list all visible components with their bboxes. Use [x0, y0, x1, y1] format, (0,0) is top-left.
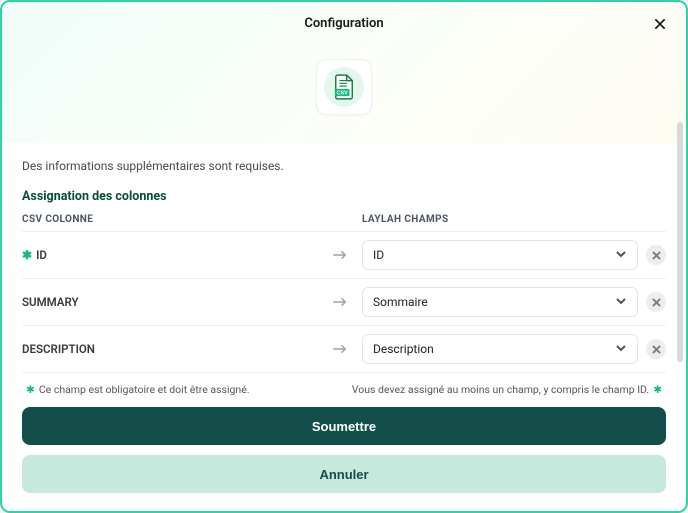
scrollbar[interactable] [677, 122, 683, 362]
mapping-row: ✱ ID ID [22, 232, 666, 279]
arrow-icon [326, 342, 354, 356]
chevron-down-icon [615, 248, 627, 263]
info-subtext: Des informations supplémentaires sont re… [22, 159, 666, 173]
csv-column-label: ID [36, 248, 47, 262]
modal-body[interactable]: Des informations supplémentaires sont re… [2, 143, 686, 397]
hint-footer: ✱Ce champ est obligatoire et doit être a… [22, 373, 666, 397]
required-star-icon: ✱ [22, 249, 32, 261]
close-icon [652, 16, 668, 32]
mapping-row: DESCRIPTION Description [22, 326, 666, 373]
column-headers: CSV COLONNE LAYLAH CHAMPS [22, 214, 666, 225]
clear-field-button[interactable] [646, 292, 666, 312]
arrow-icon [326, 248, 354, 262]
csv-column-name: SUMMARY [22, 295, 326, 309]
csv-column-label: SUMMARY [22, 295, 79, 309]
x-icon [652, 251, 661, 260]
cancel-button[interactable]: Annuler [22, 455, 666, 493]
mapping-rows: ✱ ID ID SUMMARY [22, 231, 666, 373]
file-type-badge: CSV [316, 59, 372, 115]
field-select[interactable]: Description [362, 334, 638, 364]
star-icon: ✱ [26, 383, 35, 396]
chevron-down-icon [615, 342, 627, 357]
svg-text:CSV: CSV [337, 90, 349, 96]
mapping-row: SUMMARY Sommaire [22, 279, 666, 326]
csv-column-name: ✱ ID [22, 248, 326, 262]
field-select[interactable]: ID [362, 240, 638, 270]
close-button[interactable] [650, 14, 670, 34]
clear-field-button[interactable] [646, 339, 666, 359]
modal-footer: Soumettre Annuler [2, 397, 686, 511]
field-select-value: Description [373, 342, 434, 356]
csv-file-icon: CSV [324, 67, 364, 107]
x-icon [652, 345, 661, 354]
field-select[interactable]: Sommaire [362, 287, 638, 317]
modal-header: Configuration CSV [2, 2, 686, 143]
configuration-modal: Configuration CSV Des informations suppl… [0, 0, 688, 513]
section-title: Assignation des colonnes [22, 189, 666, 204]
submit-button[interactable]: Soumettre [22, 407, 666, 445]
csv-column-header: CSV COLONNE [22, 214, 326, 225]
star-icon: ✱ [653, 383, 662, 396]
chevron-down-icon [615, 295, 627, 310]
modal-title: Configuration [2, 16, 686, 31]
hint-left: ✱Ce champ est obligatoire et doit être a… [22, 383, 250, 396]
arrow-icon [326, 295, 354, 309]
csv-column-label: DESCRIPTION [22, 342, 95, 356]
csv-column-name: DESCRIPTION [22, 342, 326, 356]
clear-field-button[interactable] [646, 245, 666, 265]
field-column-header: LAYLAH CHAMPS [326, 214, 666, 225]
field-select-value: Sommaire [373, 295, 428, 309]
field-select-value: ID [373, 248, 384, 262]
x-icon [652, 298, 661, 307]
hint-right: Vous devez assigné au moins un champ, y … [352, 383, 666, 396]
